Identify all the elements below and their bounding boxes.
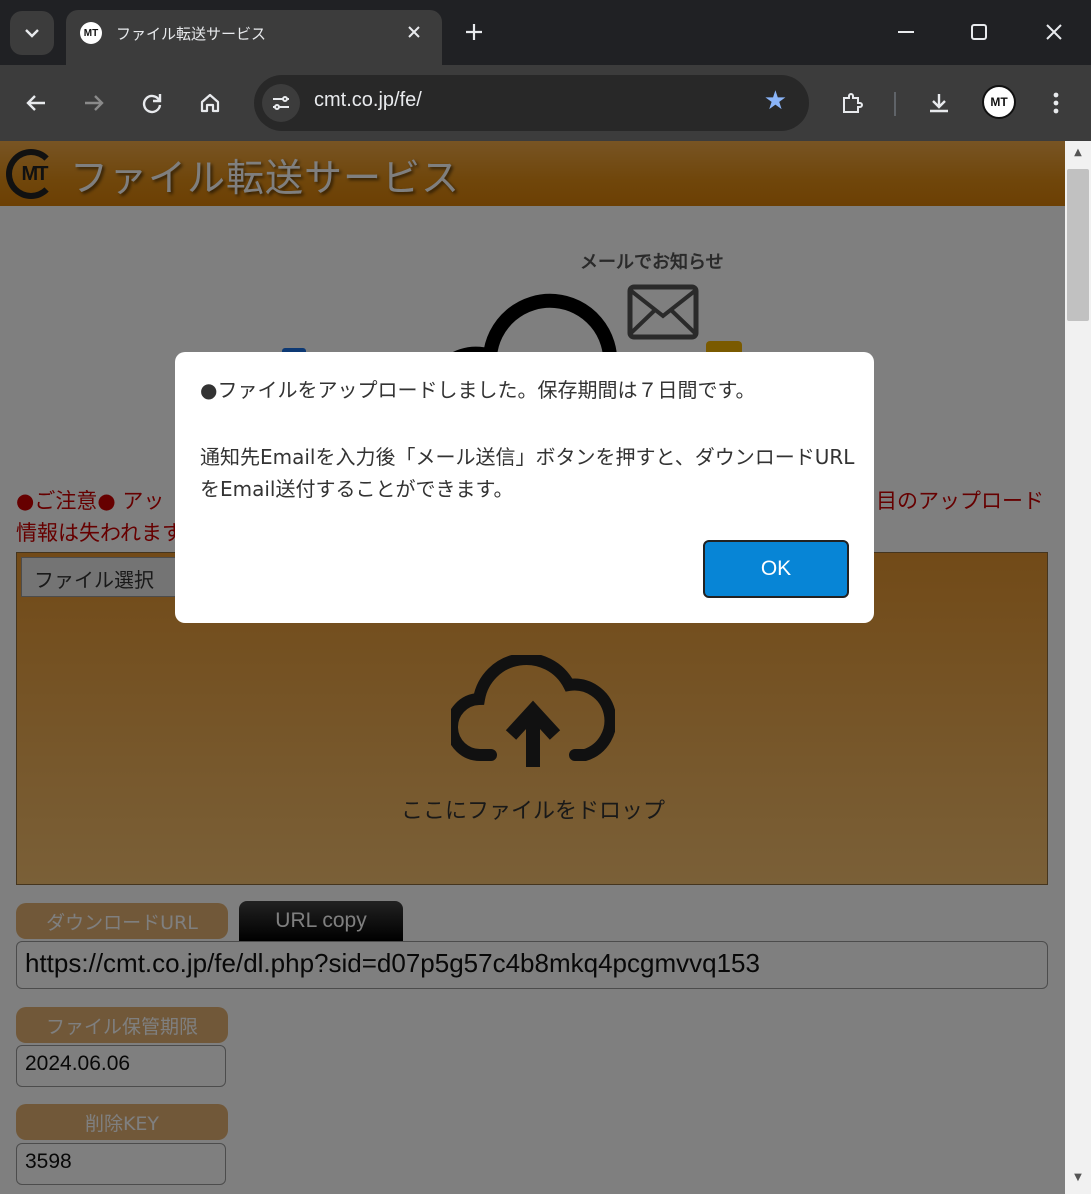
tab-search-button[interactable]	[10, 11, 54, 55]
new-tab-button[interactable]	[456, 14, 492, 50]
home-button[interactable]	[191, 84, 229, 122]
more-vertical-icon	[1053, 92, 1059, 114]
back-button[interactable]	[17, 84, 55, 122]
minimize-icon	[898, 31, 914, 33]
close-window-button[interactable]	[1036, 14, 1072, 50]
url-text: cmt.co.jp/fe/	[314, 89, 422, 111]
reload-icon	[142, 94, 162, 114]
forward-button[interactable]	[75, 84, 113, 122]
site-info-button[interactable]	[262, 84, 300, 122]
page-viewport: MT ファイル転送サービス メールでお知らせ ●ご注意● アッ 目のアップロード…	[0, 141, 1065, 1194]
browser-toolbar: cmt.co.jp/fe/ ★ MT	[0, 65, 1091, 141]
upload-complete-dialog: ●ファイルをアップロードしました。保存期間は７日間です。 通知先Emailを入力…	[175, 352, 874, 623]
tune-icon	[273, 96, 289, 110]
download-icon	[930, 94, 948, 113]
toolbar-divider	[894, 92, 896, 116]
scroll-thumb[interactable]	[1067, 169, 1089, 321]
dialog-message-line1: ●ファイルをアップロードしました。保存期間は７日間です。	[200, 378, 756, 402]
home-icon	[200, 93, 220, 113]
dialog-message-line2: 通知先Emailを入力後「メール送信」ボタンを押すと、ダウンロードURLをEma…	[200, 445, 855, 501]
scroll-up-arrow-icon[interactable]: ▲	[1065, 147, 1091, 163]
close-icon	[408, 26, 420, 38]
favicon-icon: MT	[80, 22, 102, 44]
reload-button[interactable]	[133, 84, 171, 122]
plus-icon	[466, 24, 482, 40]
chevron-down-icon	[25, 29, 39, 38]
address-bar[interactable]: cmt.co.jp/fe/ ★	[254, 75, 809, 131]
scroll-down-arrow-icon[interactable]: ▼	[1065, 1172, 1091, 1188]
maximize-icon	[971, 24, 987, 40]
arrow-right-icon	[85, 95, 104, 111]
tab-title: ファイル転送サービス	[116, 25, 267, 43]
maximize-button[interactable]	[961, 14, 997, 50]
downloads-button[interactable]	[920, 84, 958, 122]
close-tab-button[interactable]	[400, 18, 428, 46]
tab-strip: MT ファイル転送サービス	[0, 0, 1091, 66]
modal-backdrop[interactable]	[0, 141, 1065, 1194]
browser-tab[interactable]: MT ファイル転送サービス	[66, 10, 442, 66]
extensions-button[interactable]	[833, 84, 871, 122]
arrow-left-icon	[26, 95, 45, 111]
profile-avatar[interactable]: MT	[982, 85, 1016, 119]
puzzle-icon	[843, 93, 863, 113]
page-scrollbar[interactable]: ▲ ▼	[1065, 141, 1091, 1194]
close-icon	[1046, 24, 1062, 40]
ok-button[interactable]: OK	[703, 540, 849, 598]
minimize-button[interactable]	[888, 14, 924, 50]
menu-button[interactable]	[1037, 84, 1075, 122]
bookmark-star-icon[interactable]: ★	[764, 86, 787, 116]
